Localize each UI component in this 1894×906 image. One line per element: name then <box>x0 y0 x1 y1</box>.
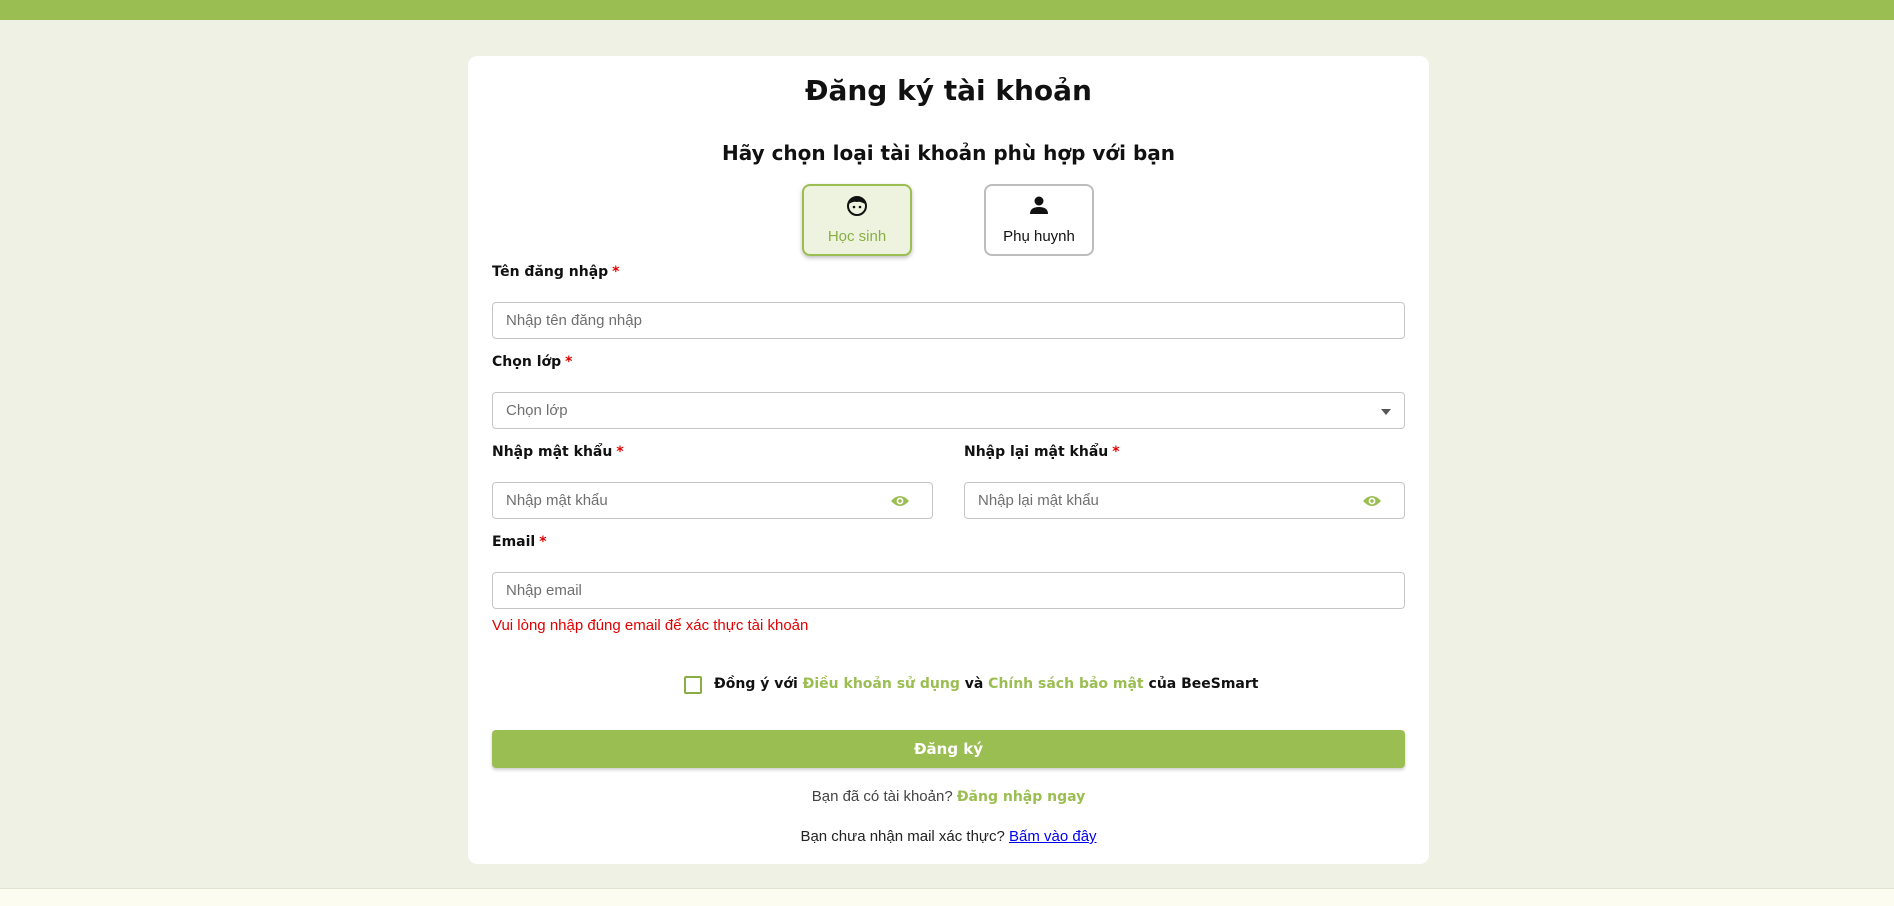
register-card: Đăng ký tài khoản Hãy chọn loại tài khoả… <box>468 56 1429 864</box>
password-label: Nhập mật khẩu * <box>492 444 624 460</box>
page-title: Đăng ký tài khoản <box>805 74 1092 107</box>
role-student-button[interactable]: Học sinh <box>802 184 912 256</box>
account-type-prompt: Hãy chọn loại tài khoản phù hợp với bạn <box>721 141 1176 165</box>
grade-label: Chọn lớp * <box>492 354 572 370</box>
grade-label-text: Chọn lớp <box>492 354 562 370</box>
password-label-text: Nhập mật khẩu <box>492 444 613 460</box>
footer-band <box>0 888 1894 906</box>
agreement-and: và <box>959 676 989 692</box>
required-mark: * <box>616 444 624 460</box>
required-mark: * <box>612 264 620 280</box>
agreement-text: Đồng ý với Điều khoản sử dụng và Chính s… <box>714 676 1258 692</box>
confirm-password-label: Nhập lại mật khẩu * <box>964 444 1120 460</box>
confirm-password-input[interactable] <box>964 482 1405 519</box>
email-label: Email * <box>492 534 547 550</box>
eye-icon[interactable] <box>1362 494 1382 508</box>
email-error-message: Vui lòng nhập đúng email để xác thực tài… <box>492 617 809 634</box>
password-input[interactable] <box>492 482 933 519</box>
confirm-password-label-text: Nhập lại mật khẩu <box>964 444 1109 460</box>
agreement-suffix: của BeeSmart <box>1143 676 1259 692</box>
username-label-text: Tên đăng nhập <box>492 264 609 280</box>
required-mark: * <box>565 354 573 370</box>
login-prompt-text: Bạn đã có tài khoản? <box>811 788 957 805</box>
resend-prompt-text: Bạn chưa nhận mail xác thực? <box>800 828 1009 845</box>
privacy-link[interactable]: Chính sách bảo mật <box>988 676 1143 692</box>
register-button[interactable]: Đăng ký <box>492 730 1405 768</box>
agreement-checkbox[interactable] <box>684 676 702 694</box>
login-prompt: Bạn đã có tài khoản? Đăng nhập ngay <box>468 788 1429 805</box>
required-mark: * <box>1112 444 1120 460</box>
role-parent-button[interactable]: Phụ huynh <box>984 184 1094 256</box>
student-face-icon <box>804 195 910 217</box>
grade-select[interactable]: Chọn lớp <box>492 392 1405 429</box>
resend-link[interactable]: Bấm vào đây <box>1009 828 1097 845</box>
top-accent-bar <box>0 0 1894 20</box>
role-parent-label: Phụ huynh <box>1003 228 1075 245</box>
resend-prompt: Bạn chưa nhận mail xác thực? Bấm vào đây <box>468 828 1429 845</box>
email-input[interactable] <box>492 572 1405 609</box>
username-input[interactable] <box>492 302 1405 339</box>
agreement-row: Đồng ý với Điều khoản sử dụng và Chính s… <box>468 674 1429 696</box>
terms-link[interactable]: Điều khoản sử dụng <box>803 676 960 692</box>
role-student-label: Học sinh <box>827 228 887 245</box>
agreement-prefix: Đồng ý với <box>714 676 803 692</box>
username-label: Tên đăng nhập * <box>492 264 620 280</box>
required-mark: * <box>539 534 547 550</box>
grade-select-value: Chọn lớp <box>506 402 568 419</box>
chevron-down-icon <box>1381 409 1391 415</box>
email-label-text: Email <box>492 534 536 550</box>
person-icon <box>986 195 1092 217</box>
eye-icon[interactable] <box>890 494 910 508</box>
login-link[interactable]: Đăng nhập ngay <box>957 789 1085 805</box>
